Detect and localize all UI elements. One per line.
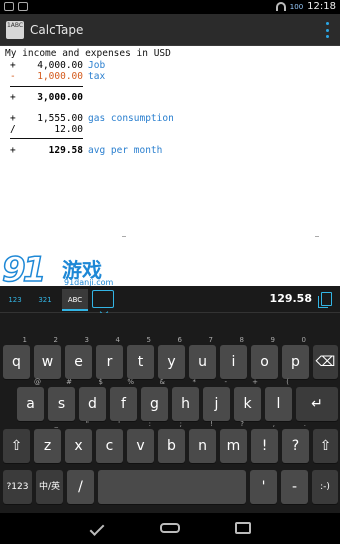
key-g[interactable]: & g <box>141 378 168 421</box>
key-z[interactable]: _ z <box>34 420 61 463</box>
mode-321-button[interactable]: 321 <box>32 289 58 311</box>
watermark-number: 91 <box>1 249 47 291</box>
shift-key-right[interactable]: ⇧ <box>313 429 338 463</box>
key-u[interactable]: 7u <box>189 336 216 379</box>
tape-divider <box>10 86 83 87</box>
key-o[interactable]: 9o <box>251 336 278 379</box>
tape-row[interactable]: - 1,000.00 tax <box>0 71 340 83</box>
tape-row[interactable]: / 12.00 <box>0 124 340 136</box>
status-right: 100 12:18 <box>275 1 336 12</box>
tape-value: 4,000.00 <box>37 60 83 71</box>
battery-icon: 100 <box>289 2 304 11</box>
key-k[interactable]: + k <box>234 378 261 421</box>
key-r[interactable]: 4r <box>96 336 123 379</box>
tape-note: avg per month <box>88 145 163 156</box>
key-f[interactable]: % f <box>110 378 137 421</box>
status-bar: 100 12:18 <box>0 0 340 14</box>
key-p[interactable]: 0p <box>282 336 309 379</box>
key-j[interactable]: -j <box>203 378 230 421</box>
scroll-marker <box>122 236 126 237</box>
watermark-logo: 91 游戏 91danji.com <box>0 249 140 291</box>
copy-icon[interactable] <box>318 292 332 308</box>
tape-value: 129.58 <box>48 145 83 156</box>
key-c[interactable]: ' c <box>96 420 123 463</box>
key-e[interactable]: 3e <box>65 336 92 379</box>
recent-apps-icon[interactable] <box>235 522 251 534</box>
back-icon[interactable] <box>89 521 105 536</box>
action-bar: 1ABC CalcTape <box>0 14 340 46</box>
scroll-marker <box>315 236 319 237</box>
mode-123-button[interactable]: 123 <box>2 289 28 311</box>
key-l[interactable]: (l <box>265 378 292 421</box>
app-title: CalcTape <box>30 23 84 37</box>
tape-value: 1,555.00 <box>37 113 83 124</box>
tape-divider <box>10 138 83 139</box>
tape-value: 3,000.00 <box>37 92 83 103</box>
key-m[interactable]: ? m <box>220 420 247 463</box>
navigation-bar <box>0 513 340 544</box>
mode-bar: 123 321 ABC 129.58 <box>0 286 340 313</box>
key-t[interactable]: 5t <box>127 336 154 379</box>
key-exclamation[interactable]: ,! <box>251 420 278 463</box>
home-icon[interactable] <box>160 523 180 533</box>
key-question[interactable]: .? <box>282 420 309 463</box>
tape-note: tax <box>88 71 106 82</box>
notification-icons <box>4 2 28 11</box>
key-dash[interactable]: - <box>281 470 308 504</box>
tape-operator: + <box>10 60 16 71</box>
tape-note: Job <box>88 60 106 71</box>
image-notification-icon <box>4 2 14 11</box>
key-n[interactable]: ! n <box>189 420 216 463</box>
tape-row[interactable]: + 129.58 avg per month <box>0 145 340 157</box>
wifi-icon <box>275 2 286 11</box>
language-switch-key[interactable]: 中/英 <box>36 470 63 504</box>
tape-note: gas consumption <box>88 113 174 124</box>
tape-value: 1,000.00 <box>37 71 83 82</box>
key-s[interactable]: # s <box>48 378 75 421</box>
key-slash[interactable]: / <box>67 470 94 504</box>
app-icon[interactable]: 1ABC <box>6 21 24 39</box>
key-apostrophe[interactable]: ' <box>250 470 277 504</box>
space-bar[interactable] <box>98 470 246 504</box>
key-x[interactable]: " x <box>65 420 92 463</box>
key-q[interactable]: 1q <box>3 336 30 379</box>
mode-abc-button[interactable]: ABC <box>62 289 88 311</box>
clock: 12:18 <box>307 1 336 12</box>
tape-operator: / <box>10 124 16 135</box>
result-value: 129.58 <box>269 292 312 305</box>
keyboard-toggle-icon[interactable] <box>92 290 114 308</box>
soft-keyboard: 1q 2w 3e 4r 5t 6y 7u 8i 9o 0p ⌫ @ a # s $ d… <box>0 313 340 513</box>
tape-operator: + <box>10 92 16 103</box>
tape-value: 12.00 <box>54 124 83 135</box>
enter-icon: ↵ <box>311 396 323 412</box>
symbols-key[interactable]: ?123 <box>3 470 32 504</box>
key-v[interactable]: :v <box>127 420 154 463</box>
tape-operator: + <box>10 113 16 124</box>
cat-notification-icon <box>18 2 28 11</box>
emoticon-key[interactable]: :-) <box>312 470 338 504</box>
key-a[interactable]: @ a <box>17 378 44 421</box>
key-b[interactable]: ; b <box>158 420 185 463</box>
tape-operator: + <box>10 145 16 156</box>
shift-key-left[interactable]: ⇧ <box>3 429 30 463</box>
key-w[interactable]: 2w <box>34 336 61 379</box>
shift-icon: ⇧ <box>10 438 23 454</box>
shift-icon: ⇧ <box>319 438 332 454</box>
key-h[interactable]: * h <box>172 378 199 421</box>
tape-operator: - <box>10 71 16 82</box>
backspace-icon: ⌫ <box>315 354 336 370</box>
tape-title[interactable]: My income and expenses in USD <box>5 48 171 59</box>
overflow-menu-icon[interactable] <box>324 22 330 38</box>
backspace-key[interactable]: ⌫ <box>313 345 338 379</box>
tape-row[interactable]: + 3,000.00 <box>0 92 340 104</box>
key-d[interactable]: $ d <box>79 378 106 421</box>
enter-key[interactable]: ↵ <box>296 387 338 421</box>
key-y[interactable]: 6y <box>158 336 185 379</box>
key-i[interactable]: 8i <box>220 336 247 379</box>
